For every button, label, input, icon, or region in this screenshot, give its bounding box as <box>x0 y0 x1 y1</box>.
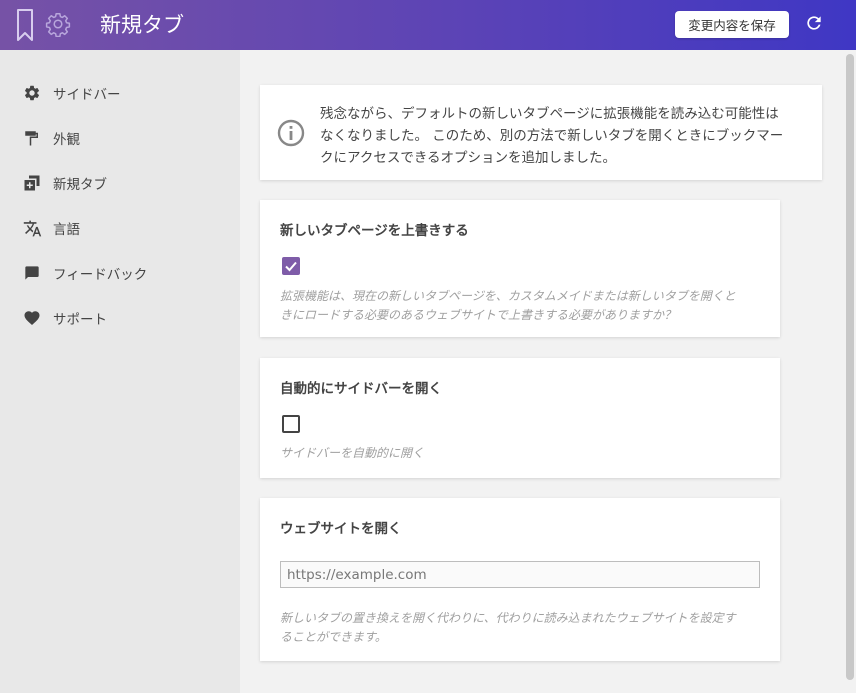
bookmark-icon[interactable] <box>14 8 36 42</box>
sidebar-item-label: フィードバック <box>53 267 148 283</box>
sidebar-item-label: 外観 <box>53 132 80 148</box>
helper-text: 拡張機能は、現在の新しいタブページを、カスタムメイドまたは新しいタブを開くと き… <box>280 287 765 325</box>
refresh-icon[interactable] <box>803 12 825 34</box>
sidebar-item-feedback[interactable]: フィードバック <box>0 255 240 291</box>
sidebar-item-label: 新規タブ <box>53 177 107 193</box>
sidebar-item-sidebar[interactable]: サイドバー <box>0 75 240 111</box>
override-newtab-checkbox[interactable] <box>282 257 300 275</box>
section-title: ウェブサイトを開く <box>280 521 402 537</box>
helper-line: 新しいタブの置き換えを開く代わりに、代わりに読み込まれたウェブサイトを設定す <box>280 611 736 625</box>
auto-sidebar-checkbox[interactable] <box>282 415 300 433</box>
auto-sidebar-card: 自動的にサイドバーを開く サイドバーを自動的に開く <box>260 358 780 478</box>
helper-line: 拡張機能は、現在の新しいタブページを、カスタムメイドまたは新しいタブを開くと <box>280 289 736 303</box>
scrollbar[interactable] <box>846 54 854 680</box>
chat-icon <box>22 263 42 283</box>
sidebar-item-label: サイドバー <box>53 87 121 103</box>
section-title: 新しいタブページを上書きする <box>280 223 469 239</box>
section-title: 自動的にサイドバーを開く <box>280 381 442 397</box>
sidebar-item-language[interactable]: 言語 <box>0 210 240 246</box>
heart-icon <box>22 308 42 328</box>
paint-roller-icon <box>22 128 42 148</box>
app-header: 新規タブ 変更内容を保存 <box>0 0 856 50</box>
notice-text: 残念ながら、デフォルトの新しいタブページに拡張機能を読み込む可能性は なくなりま… <box>320 103 810 169</box>
translate-icon <box>22 218 42 238</box>
sidebar-item-label: 言語 <box>53 222 80 238</box>
gear-icon <box>22 83 42 103</box>
sidebar-item-label: サポート <box>53 312 107 328</box>
page-title: 新規タブ <box>100 13 184 37</box>
sidebar-item-appearance[interactable]: 外観 <box>0 120 240 156</box>
info-icon <box>277 119 305 147</box>
save-button[interactable]: 変更内容を保存 <box>675 11 789 38</box>
notice-line: なくなりました。 このため、別の方法で新しいタブを開くときにブックマー <box>320 128 784 144</box>
open-website-card: ウェブサイトを開く 新しいタブの置き換えを開く代わりに、代わりに読み込まれたウェ… <box>260 498 780 661</box>
helper-text: 新しいタブの置き換えを開く代わりに、代わりに読み込まれたウェブサイトを設定す る… <box>280 609 765 647</box>
helper-text: サイドバーを自動的に開く <box>280 446 425 460</box>
helper-line: ることができます。 <box>280 630 387 644</box>
gear-icon[interactable] <box>45 11 71 37</box>
notice-line: クにアクセスできるオプションを追加しました。 <box>320 150 617 166</box>
notice-line: 残念ながら、デフォルトの新しいタブページに拡張機能を読み込む可能性は <box>320 106 779 122</box>
new-tab-icon <box>22 173 42 193</box>
sidebar-item-new-tab[interactable]: 新規タブ <box>0 165 240 201</box>
sidebar-item-support[interactable]: サポート <box>0 300 240 336</box>
sidebar: サイドバー 外観 新規タブ 言語 フィードバック サポート <box>0 50 240 693</box>
override-newtab-card: 新しいタブページを上書きする 拡張機能は、現在の新しいタブページを、カスタムメイ… <box>260 200 780 337</box>
helper-line: きにロードする必要のあるウェブサイトで上書きする必要がありますか？ <box>280 308 677 322</box>
website-url-input[interactable] <box>280 561 760 588</box>
notice-card: 残念ながら、デフォルトの新しいタブページに拡張機能を読み込む可能性は なくなりま… <box>260 85 822 180</box>
